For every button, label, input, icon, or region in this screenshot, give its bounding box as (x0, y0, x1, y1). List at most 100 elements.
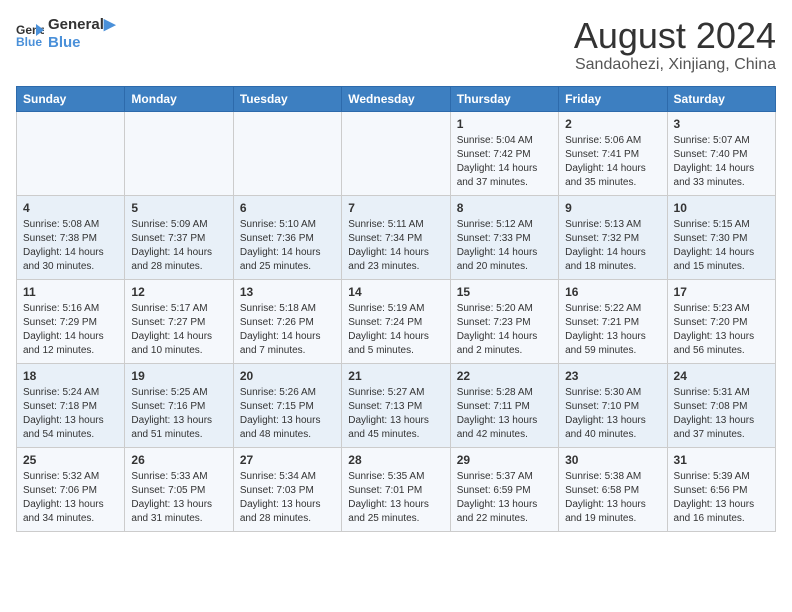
header-saturday: Saturday (667, 86, 775, 111)
calendar-cell: 20 Sunrise: 5:26 AM Sunset: 7:15 PM Dayli… (233, 363, 341, 447)
day-info: Sunrise: 5:16 AM Sunset: 7:29 PM Dayligh… (23, 302, 118, 358)
day-number: 26 (131, 453, 226, 467)
calendar-cell: 29 Sunrise: 5:37 AM Sunset: 6:59 PM Dayli… (450, 447, 558, 531)
day-number: 7 (348, 201, 443, 215)
day-info: Sunrise: 5:08 AM Sunset: 7:38 PM Dayligh… (23, 218, 118, 274)
calendar-week-row-5: 25 Sunrise: 5:32 AM Sunset: 7:06 PM Dayli… (17, 447, 776, 531)
calendar-cell: 10 Sunrise: 5:15 AM Sunset: 7:30 PM Dayli… (667, 195, 775, 279)
header-thursday: Thursday (450, 86, 558, 111)
day-number: 4 (23, 201, 118, 215)
day-info: Sunrise: 5:11 AM Sunset: 7:34 PM Dayligh… (348, 218, 443, 274)
header-monday: Monday (125, 86, 233, 111)
calendar-cell: 13 Sunrise: 5:18 AM Sunset: 7:26 PM Dayli… (233, 279, 341, 363)
calendar-cell: 4 Sunrise: 5:08 AM Sunset: 7:38 PM Daylig… (17, 195, 125, 279)
header-friday: Friday (559, 86, 667, 111)
day-info: Sunrise: 5:17 AM Sunset: 7:27 PM Dayligh… (131, 302, 226, 358)
calendar-cell: 7 Sunrise: 5:11 AM Sunset: 7:34 PM Daylig… (342, 195, 450, 279)
calendar-cell: 31Sunrise: 5:39 AM Sunset: 6:56 PM Dayli… (667, 447, 775, 531)
day-info: Sunrise: 5:12 AM Sunset: 7:33 PM Dayligh… (457, 218, 552, 274)
calendar-cell: 15 Sunrise: 5:20 AM Sunset: 7:23 PM Dayli… (450, 279, 558, 363)
logo: General Blue General▶ Blue (16, 16, 115, 52)
day-info: Sunrise: 5:30 AM Sunset: 7:10 PM Dayligh… (565, 386, 660, 442)
calendar-cell: 23 Sunrise: 5:30 AM Sunset: 7:10 PM Dayli… (559, 363, 667, 447)
calendar-cell: 16Sunrise: 5:22 AM Sunset: 7:21 PM Dayli… (559, 279, 667, 363)
calendar-header-row: Sunday Monday Tuesday Wednesday Thursday… (17, 86, 776, 111)
calendar-cell: 2 Sunrise: 5:06 AM Sunset: 7:41 PM Daylig… (559, 111, 667, 195)
day-number: 8 (457, 201, 552, 215)
svg-text:Blue: Blue (16, 35, 42, 48)
header-tuesday: Tuesday (233, 86, 341, 111)
month-title: August 2024 (574, 16, 776, 56)
calendar-cell: 18 Sunrise: 5:24 AM Sunset: 7:18 PM Dayli… (17, 363, 125, 447)
day-number: 14 (348, 285, 443, 299)
day-number: 27 (240, 453, 335, 467)
day-number: 11 (23, 285, 118, 299)
day-number: 24 (674, 369, 769, 383)
day-number: 5 (131, 201, 226, 215)
day-info: Sunrise: 5:27 AM Sunset: 7:13 PM Dayligh… (348, 386, 443, 442)
day-info: Sunrise: 5:28 AM Sunset: 7:11 PM Dayligh… (457, 386, 552, 442)
day-number: 22 (457, 369, 552, 383)
day-info: Sunrise: 5:07 AM Sunset: 7:40 PM Dayligh… (674, 134, 769, 190)
day-number: 1 (457, 117, 552, 131)
day-number: 28 (348, 453, 443, 467)
calendar-cell: 28 Sunrise: 5:35 AM Sunset: 7:01 PM Dayli… (342, 447, 450, 531)
day-info: Sunrise: 5:18 AM Sunset: 7:26 PM Dayligh… (240, 302, 335, 358)
day-info: Sunrise: 5:35 AM Sunset: 7:01 PM Dayligh… (348, 470, 443, 526)
calendar-cell: 11 Sunrise: 5:16 AM Sunset: 7:29 PM Dayli… (17, 279, 125, 363)
day-number: 19 (131, 369, 226, 383)
calendar-cell: 26 Sunrise: 5:33 AM Sunset: 7:05 PM Dayli… (125, 447, 233, 531)
day-number: 12 (131, 285, 226, 299)
day-info: Sunrise: 5:09 AM Sunset: 7:37 PM Dayligh… (131, 218, 226, 274)
day-number: 2 (565, 117, 660, 131)
calendar-cell: 12 Sunrise: 5:17 AM Sunset: 7:27 PM Dayli… (125, 279, 233, 363)
day-info: Sunrise: 5:22 AM Sunset: 7:21 PM Dayligh… (565, 302, 660, 358)
calendar-cell: 21 Sunrise: 5:27 AM Sunset: 7:13 PM Dayli… (342, 363, 450, 447)
day-info: Sunrise: 5:33 AM Sunset: 7:05 PM Dayligh… (131, 470, 226, 526)
location-subtitle: Sandaohezi, Xinjiang, China (574, 56, 776, 74)
calendar-cell (342, 111, 450, 195)
day-info: Sunrise: 5:06 AM Sunset: 7:41 PM Dayligh… (565, 134, 660, 190)
day-info: Sunrise: 5:37 AM Sunset: 6:59 PM Dayligh… (457, 470, 552, 526)
day-number: 13 (240, 285, 335, 299)
calendar-cell: 25 Sunrise: 5:32 AM Sunset: 7:06 PM Dayli… (17, 447, 125, 531)
header-sunday: Sunday (17, 86, 125, 111)
day-number: 20 (240, 369, 335, 383)
day-number: 21 (348, 369, 443, 383)
day-info: Sunrise: 5:15 AM Sunset: 7:30 PM Dayligh… (674, 218, 769, 274)
calendar-week-row-3: 11 Sunrise: 5:16 AM Sunset: 7:29 PM Dayli… (17, 279, 776, 363)
logo-line2: Blue (48, 34, 115, 52)
day-number: 31 (674, 453, 769, 467)
day-info: Sunrise: 5:34 AM Sunset: 7:03 PM Dayligh… (240, 470, 335, 526)
day-info: Sunrise: 5:04 AM Sunset: 7:42 PM Dayligh… (457, 134, 552, 190)
day-number: 25 (23, 453, 118, 467)
day-number: 30 (565, 453, 660, 467)
logo-line1: General▶ (48, 16, 115, 34)
day-info: Sunrise: 5:26 AM Sunset: 7:15 PM Dayligh… (240, 386, 335, 442)
calendar-week-row-1: 1 Sunrise: 5:04 AM Sunset: 7:42 PM Daylig… (17, 111, 776, 195)
day-number: 18 (23, 369, 118, 383)
day-number: 9 (565, 201, 660, 215)
day-info: Sunrise: 5:38 AM Sunset: 6:58 PM Dayligh… (565, 470, 660, 526)
day-info: Sunrise: 5:24 AM Sunset: 7:18 PM Dayligh… (23, 386, 118, 442)
calendar-cell: 27 Sunrise: 5:34 AM Sunset: 7:03 PM Dayli… (233, 447, 341, 531)
calendar-cell: 22 Sunrise: 5:28 AM Sunset: 7:11 PM Dayli… (450, 363, 558, 447)
calendar-cell: 9Sunrise: 5:13 AM Sunset: 7:32 PM Daylig… (559, 195, 667, 279)
title-block: August 2024 Sandaohezi, Xinjiang, China (574, 16, 776, 74)
calendar-table: Sunday Monday Tuesday Wednesday Thursday… (16, 86, 776, 532)
calendar-cell: 8 Sunrise: 5:12 AM Sunset: 7:33 PM Daylig… (450, 195, 558, 279)
day-number: 29 (457, 453, 552, 467)
day-info: Sunrise: 5:10 AM Sunset: 7:36 PM Dayligh… (240, 218, 335, 274)
day-number: 3 (674, 117, 769, 131)
day-info: Sunrise: 5:20 AM Sunset: 7:23 PM Dayligh… (457, 302, 552, 358)
day-number: 10 (674, 201, 769, 215)
calendar-cell: 24Sunrise: 5:31 AM Sunset: 7:08 PM Dayli… (667, 363, 775, 447)
calendar-cell: 30 Sunrise: 5:38 AM Sunset: 6:58 PM Dayli… (559, 447, 667, 531)
day-info: Sunrise: 5:32 AM Sunset: 7:06 PM Dayligh… (23, 470, 118, 526)
logo-icon: General Blue (16, 20, 44, 48)
calendar-cell: 17Sunrise: 5:23 AM Sunset: 7:20 PM Dayli… (667, 279, 775, 363)
day-number: 23 (565, 369, 660, 383)
day-number: 15 (457, 285, 552, 299)
day-number: 6 (240, 201, 335, 215)
calendar-cell (233, 111, 341, 195)
